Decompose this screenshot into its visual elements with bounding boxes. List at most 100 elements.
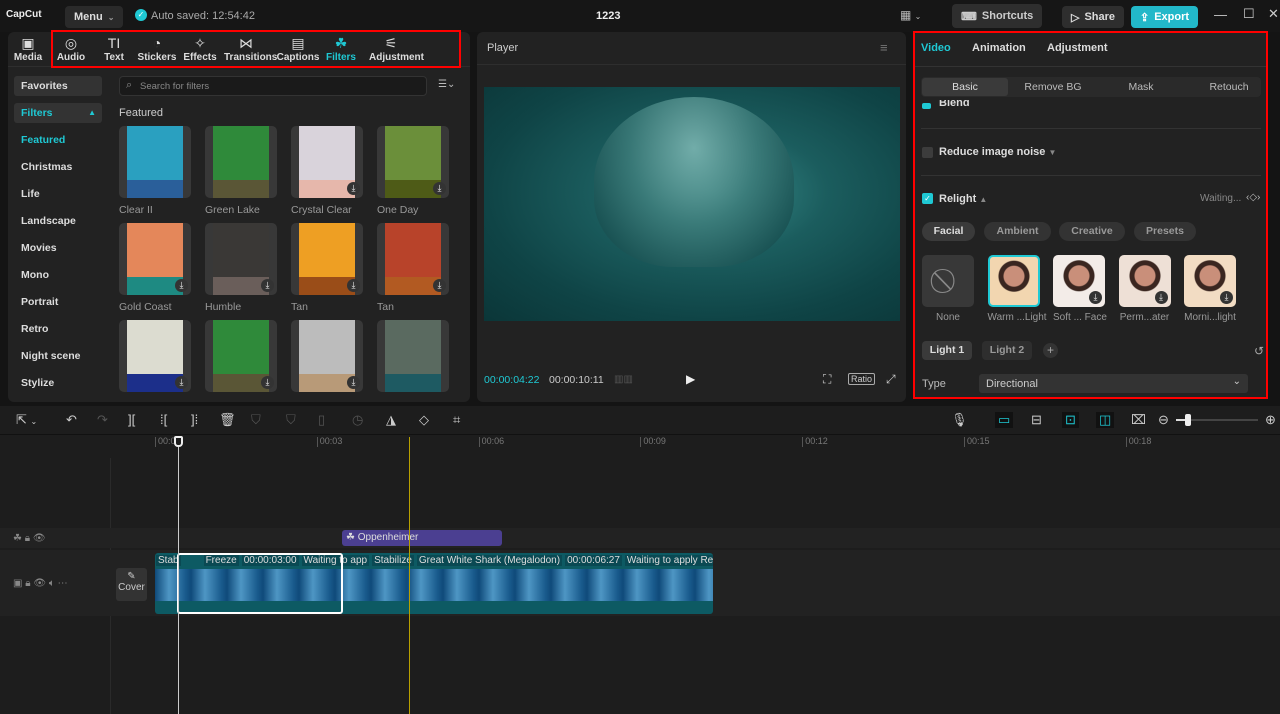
download-icon[interactable]: ⤓ (433, 182, 446, 195)
zoom-slider[interactable] (1176, 414, 1258, 426)
filter-clip-oppenheimer[interactable]: ☘ Oppenheimer (342, 530, 502, 546)
delete-icon[interactable]: 🗑︎ (219, 412, 236, 428)
crop-icon[interactable]: ⌗ (453, 412, 460, 428)
split-icon[interactable]: ][ (128, 412, 135, 427)
selected-clip-freeze[interactable] (177, 553, 343, 614)
download-icon[interactable]: ⤓ (175, 376, 188, 389)
search-placeholder: Search for filters (140, 81, 210, 92)
category-landscape[interactable]: Landscape (14, 211, 102, 231)
category-christmas[interactable]: Christmas (14, 157, 102, 177)
category-mono[interactable]: Mono (14, 265, 102, 285)
select-tool-icon[interactable]: ⇱ ⌄ (16, 412, 37, 428)
filter-card[interactable]: ⤓ (291, 320, 363, 398)
upload-icon: ⇪ (1140, 11, 1150, 24)
maximize-icon[interactable]: ☐ (1243, 6, 1255, 22)
split-marker-icon[interactable]: ◫ (1096, 412, 1115, 428)
reverse-icon[interactable]: ◷ (352, 412, 363, 428)
video-track-controls: ▣ 🔒︎ 👁︎ 🔈︎ ⋯ (13, 578, 68, 589)
menu-label: Menu (74, 11, 103, 23)
filter-thumbnail: ⤓ (119, 223, 191, 295)
category-portrait[interactable]: Portrait (14, 292, 102, 312)
ratio-button[interactable]: Ratio (848, 373, 876, 385)
split-right-icon[interactable]: ]⁞ (191, 412, 198, 427)
mask-shield-icon[interactable]: ⛉ (251, 412, 261, 428)
zoom-slider-handle[interactable] (1185, 414, 1191, 426)
category-filters[interactable]: Filters ▲ (14, 103, 102, 123)
clip-tag: Stabilize (372, 555, 414, 566)
redo-icon[interactable]: ↷ (97, 412, 108, 428)
filter-label: Crystal Clear (291, 204, 352, 216)
category-label: Night scene (21, 350, 81, 362)
filter-card[interactable] (377, 320, 449, 398)
download-icon[interactable]: ⤓ (175, 279, 188, 292)
filter-card[interactable]: Green Lake (205, 126, 277, 216)
filter-track (0, 528, 1280, 548)
zoom-in-icon[interactable]: ⊕ (1265, 412, 1276, 428)
share-label: Share (1084, 11, 1116, 23)
category-stylize[interactable]: Stylize (14, 373, 102, 393)
minimize-icon[interactable]: — (1214, 7, 1227, 22)
download-icon[interactable]: ⤓ (347, 279, 360, 292)
filter-card[interactable]: ⤓ Humble (205, 223, 277, 313)
category-label: Portrait (21, 296, 59, 308)
share-button[interactable]: ▷ Share (1062, 6, 1125, 28)
rotate-icon[interactable]: ◇ (419, 412, 429, 428)
chevron-down-icon: ⌄ (107, 12, 115, 22)
link-icon[interactable]: ⊡ (1062, 412, 1079, 428)
video-preview[interactable] (484, 87, 900, 321)
cover-button[interactable]: ✎ Cover (116, 568, 147, 601)
freeze-icon[interactable]: ▯ (318, 412, 325, 428)
shield-icon[interactable]: ⛉ (286, 412, 296, 428)
caret-up-icon: ▲ (88, 108, 96, 117)
download-icon[interactable]: ⤓ (347, 182, 360, 195)
download-icon[interactable]: ⤓ (261, 279, 274, 292)
mirror-icon[interactable]: ◮ (386, 412, 396, 428)
category-favorites[interactable]: Favorites (14, 76, 102, 96)
filter-card[interactable]: ⤓ (119, 320, 191, 398)
auto-snap-icon[interactable]: ▭ (995, 412, 1014, 428)
preview-axis-icon[interactable]: ⌧ (1131, 412, 1146, 428)
play-icon[interactable]: ▶ (686, 372, 695, 386)
category-movies[interactable]: Movies (14, 238, 102, 258)
zoom-fit-icon[interactable]: ⛶ (823, 372, 831, 387)
sort-filter-icon[interactable]: ☰⌄ (438, 79, 455, 90)
filter-thumbnail: ⤓ (291, 320, 363, 392)
filter-card[interactable]: ⤓ Gold Coast (119, 223, 191, 313)
menu-button[interactable]: Menu ⌄ (65, 6, 124, 28)
filter-label: Clear II (119, 204, 153, 216)
category-night-scene[interactable]: Night scene (14, 346, 102, 366)
microphone-icon[interactable]: 🎙︎ (951, 412, 968, 428)
playhead[interactable] (174, 436, 183, 714)
linkage-icon[interactable]: ⊟ (1031, 412, 1042, 428)
cover-label: Cover (118, 582, 145, 593)
filter-card[interactable]: Clear II (119, 126, 191, 216)
category-life[interactable]: Life (14, 184, 102, 204)
download-icon[interactable]: ⤓ (433, 279, 446, 292)
filter-card[interactable]: ⤓ Tan (291, 223, 363, 313)
hamburger-icon[interactable]: ≡ (880, 40, 888, 55)
category-retro[interactable]: Retro (14, 319, 102, 339)
filter-card[interactable]: ⤓ Tan (377, 223, 449, 313)
fullscreen-icon[interactable]: ⤢ (886, 372, 896, 387)
zoom-out-icon[interactable]: ⊖ (1158, 412, 1169, 428)
undo-icon[interactable]: ↶ (66, 412, 77, 428)
filter-thumbnail (377, 320, 449, 392)
filter-thumbnail (205, 126, 277, 198)
filter-card[interactable]: ⤓ (205, 320, 277, 398)
search-input[interactable]: ⌕ Search for filters (119, 76, 427, 96)
share-icon: ▷ (1071, 11, 1080, 24)
close-icon[interactable]: ✕ (1268, 6, 1279, 22)
category-featured[interactable]: Featured (14, 130, 102, 150)
export-button[interactable]: ⇪ Export (1131, 6, 1199, 28)
split-left-icon[interactable]: ⁞[ (160, 412, 167, 427)
tool-tab-media[interactable]: ▣ Media (6, 34, 50, 63)
download-icon[interactable]: ⤓ (347, 376, 360, 389)
shortcuts-button[interactable]: ⌨ Shortcuts (952, 4, 1043, 28)
download-icon[interactable]: ⤓ (261, 376, 274, 389)
layout-icon[interactable]: ▦ ⌄ (900, 8, 921, 22)
filter-label: Gold Coast (119, 301, 172, 313)
filter-card[interactable]: ⤓ One Day (377, 126, 449, 216)
autosave-status: Auto saved: 12:54:42 (151, 10, 255, 22)
filter-card[interactable]: ⤓ Crystal Clear (291, 126, 363, 216)
category-label: Retro (21, 323, 49, 335)
